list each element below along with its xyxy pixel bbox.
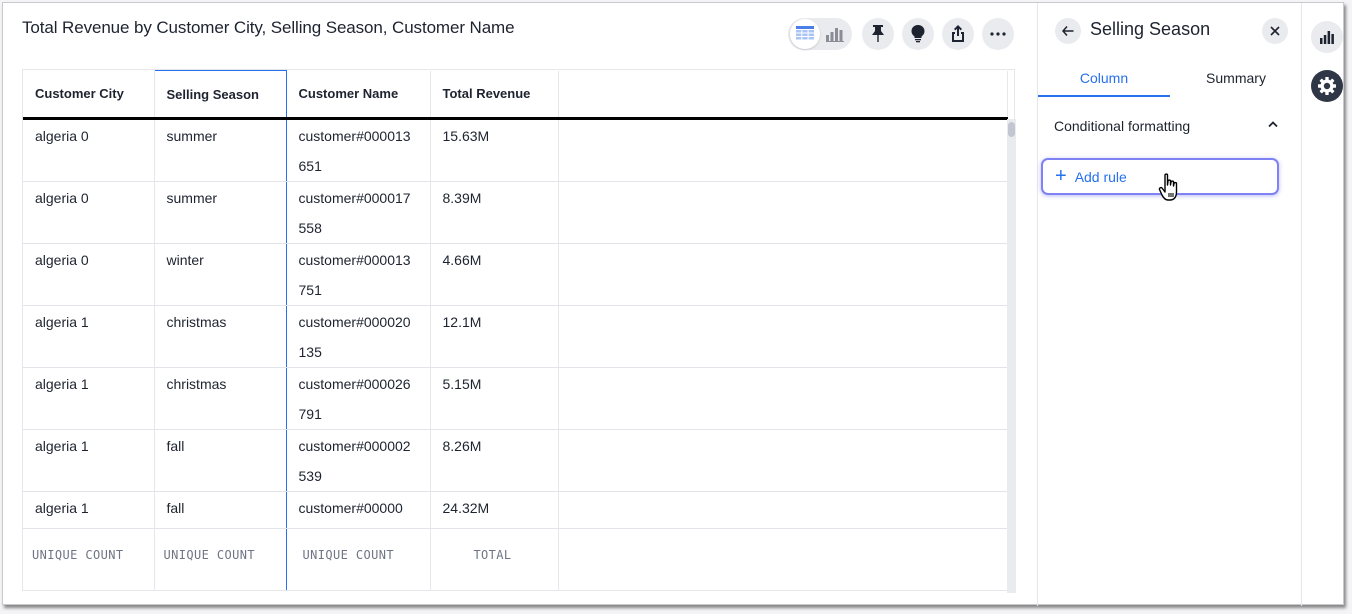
view-toggle bbox=[788, 18, 852, 50]
cell-season[interactable]: summer bbox=[153, 118, 287, 182]
chart-view-button[interactable] bbox=[820, 19, 850, 49]
cell-city[interactable]: algeria 1 bbox=[23, 367, 155, 430]
data-table: Customer City Selling Season Customer Na… bbox=[22, 69, 1015, 591]
scrollbar-thumb[interactable] bbox=[1008, 122, 1015, 137]
summary-cell-empty bbox=[558, 528, 1008, 590]
cell-city[interactable]: algeria 1 bbox=[23, 429, 155, 492]
table-row: algeria 0 winter customer#000013751 4.66… bbox=[23, 243, 1008, 306]
table-row: algeria 1 fall customer#000002539 8.26M bbox=[23, 429, 1008, 492]
settings-button[interactable] bbox=[1311, 70, 1343, 102]
table-row: algeria 1 christmas customer#000020135 1… bbox=[23, 305, 1008, 368]
panel-tabs: Column Summary bbox=[1038, 63, 1302, 97]
bar-chart-icon bbox=[1320, 31, 1334, 44]
window-frame: Total Revenue by Customer City, Selling … bbox=[2, 2, 1344, 606]
summary-label: UNIQUE COUNT bbox=[163, 548, 255, 562]
cell-empty bbox=[558, 243, 1008, 306]
cell-customer-name[interactable]: customer#000017558 bbox=[286, 181, 431, 244]
summary-label: TOTAL bbox=[473, 548, 512, 562]
cell-season[interactable]: summer bbox=[153, 181, 287, 244]
tab-column[interactable]: Column bbox=[1038, 63, 1170, 97]
conditional-formatting-heading[interactable]: Conditional formatting bbox=[1054, 118, 1190, 134]
back-button[interactable] bbox=[1055, 18, 1081, 44]
cell-revenue[interactable]: 4.66M bbox=[430, 243, 559, 306]
table-row: algeria 1 christmas customer#000026791 5… bbox=[23, 367, 1008, 430]
column-header-empty bbox=[558, 70, 1008, 120]
table-row: algeria 1 fall customer#00000 24.32M bbox=[23, 491, 1008, 529]
plus-icon: + bbox=[1055, 164, 1067, 187]
close-icon bbox=[1270, 26, 1280, 36]
hand-pointer-cursor bbox=[1158, 173, 1178, 201]
cell-city[interactable]: algeria 0 bbox=[23, 118, 155, 182]
insights-button[interactable] bbox=[902, 18, 934, 50]
cell-revenue[interactable]: 8.26M bbox=[430, 429, 559, 492]
chart-config-button[interactable] bbox=[1311, 21, 1343, 53]
pin-button[interactable] bbox=[862, 18, 894, 50]
bar-chart-icon bbox=[826, 28, 844, 42]
toolbar bbox=[788, 17, 1022, 51]
arrow-left-icon bbox=[1062, 26, 1074, 36]
summary-value: 18.05B bbox=[443, 582, 546, 590]
close-button[interactable] bbox=[1262, 18, 1288, 44]
cell-empty bbox=[558, 491, 1008, 529]
table-row: algeria 0 summer customer#000013651 15.6… bbox=[23, 118, 1008, 182]
more-options-button[interactable] bbox=[982, 18, 1014, 50]
column-header-customer-name[interactable]: Customer Name bbox=[286, 70, 431, 120]
summary-cell-city: UNIQUE COUNT 248 bbox=[23, 528, 155, 590]
column-header-customer-city[interactable]: Customer City bbox=[23, 70, 155, 120]
share-icon bbox=[952, 25, 964, 42]
summary-cell-season: UNIQUE COUNT 5 bbox=[153, 528, 287, 590]
cell-season[interactable]: christmas bbox=[153, 305, 287, 368]
table-view-button[interactable] bbox=[790, 19, 820, 49]
summary-value: 248 bbox=[35, 582, 142, 590]
cell-customer-name[interactable]: customer#000002539 bbox=[286, 429, 431, 492]
cell-customer-name[interactable]: customer#000020135 bbox=[286, 305, 431, 368]
table-header-row: Customer City Selling Season Customer Na… bbox=[23, 70, 1008, 120]
cell-customer-name[interactable]: customer#000026791 bbox=[286, 367, 431, 430]
cell-season[interactable]: fall bbox=[153, 491, 287, 529]
summary-label: UNIQUE COUNT bbox=[32, 548, 124, 562]
cell-season[interactable]: christmas bbox=[153, 367, 287, 430]
summary-cell-revenue: TOTAL 18.05B bbox=[430, 528, 559, 590]
cell-revenue[interactable]: 5.15M bbox=[430, 367, 559, 430]
page-title: Total Revenue by Customer City, Selling … bbox=[22, 18, 515, 37]
cell-empty bbox=[558, 367, 1008, 430]
cell-city[interactable]: algeria 0 bbox=[23, 243, 155, 306]
gear-icon bbox=[1318, 77, 1336, 95]
summary-value: 5 bbox=[167, 582, 274, 590]
add-rule-label: Add rule bbox=[1074, 168, 1127, 185]
summary-row: UNIQUE COUNT 248 UNIQUE COUNT 5 UNIQUE C… bbox=[23, 528, 1008, 590]
table-row: algeria 0 summer customer#000017558 8.39… bbox=[23, 181, 1008, 244]
cell-empty bbox=[558, 181, 1008, 244]
cell-season[interactable]: winter bbox=[153, 243, 287, 306]
cell-season[interactable]: fall bbox=[153, 429, 287, 492]
cell-customer-name[interactable]: customer#000013751 bbox=[286, 243, 431, 306]
column-settings-panel: Selling Season Column Summary Conditiona… bbox=[1037, 3, 1302, 606]
vertical-scrollbar[interactable] bbox=[1007, 119, 1016, 593]
column-header-selling-season[interactable]: Selling Season bbox=[153, 70, 287, 120]
chevron-up-icon[interactable] bbox=[1267, 120, 1279, 128]
cell-revenue[interactable]: 12.1M bbox=[430, 305, 559, 368]
cell-city[interactable]: algeria 0 bbox=[23, 181, 155, 244]
summary-value: 1.18K bbox=[299, 582, 418, 590]
cell-customer-name[interactable]: customer#000013651 bbox=[286, 118, 431, 182]
cell-empty bbox=[558, 429, 1008, 492]
lightbulb-icon bbox=[911, 25, 925, 43]
table-icon bbox=[796, 26, 814, 40]
cell-city[interactable]: algeria 1 bbox=[23, 305, 155, 368]
cell-city[interactable]: algeria 1 bbox=[23, 491, 155, 529]
cell-revenue[interactable]: 15.63M bbox=[430, 118, 559, 182]
cell-customer-name[interactable]: customer#00000 bbox=[286, 491, 431, 529]
cell-revenue[interactable]: 8.39M bbox=[430, 181, 559, 244]
cell-revenue[interactable]: 24.32M bbox=[430, 491, 559, 529]
cell-empty bbox=[558, 118, 1008, 182]
column-header-total-revenue[interactable]: Total Revenue bbox=[430, 70, 559, 120]
panel-title: Selling Season bbox=[1090, 19, 1211, 39]
summary-cell-customer-name: UNIQUE COUNT 1.18K bbox=[286, 528, 431, 590]
tab-summary[interactable]: Summary bbox=[1170, 63, 1302, 97]
pin-icon bbox=[872, 25, 884, 42]
share-button[interactable] bbox=[942, 18, 974, 50]
summary-label: UNIQUE COUNT bbox=[302, 548, 394, 562]
more-horizontal-icon bbox=[990, 32, 1006, 36]
cell-empty bbox=[558, 305, 1008, 368]
